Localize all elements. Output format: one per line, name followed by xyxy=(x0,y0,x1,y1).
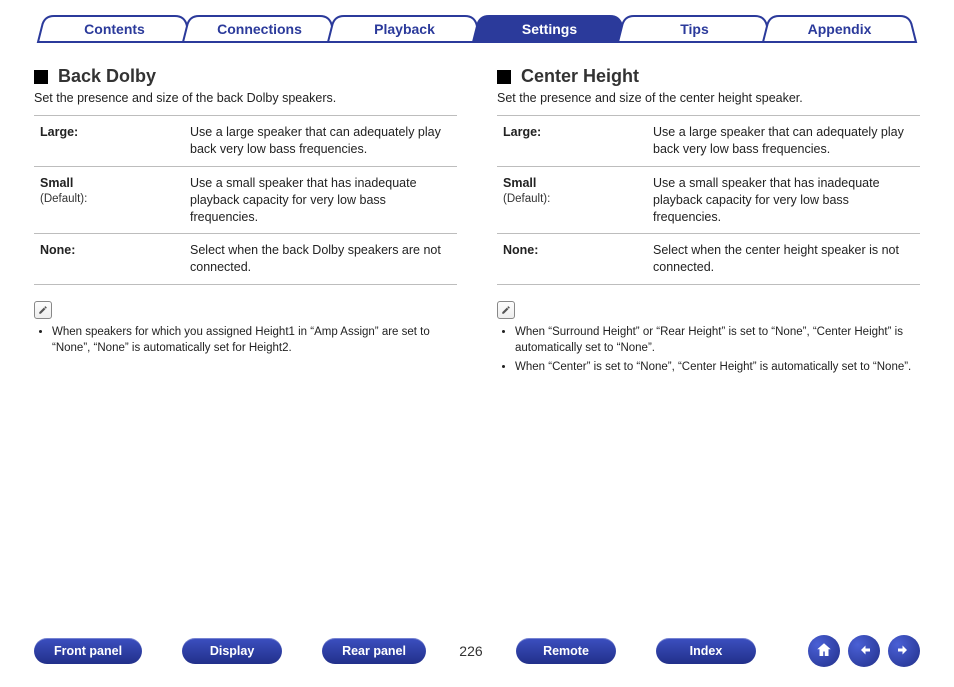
option-key: None: xyxy=(503,243,538,257)
pill-label: Display xyxy=(210,644,254,658)
option-sub: (Default): xyxy=(503,192,641,208)
prev-page-button[interactable] xyxy=(848,635,880,667)
notes-list: When speakers for which you assigned Hei… xyxy=(34,325,457,356)
bottom-bar: Front panel Display Rear panel 226 Remot… xyxy=(34,635,920,667)
tab-label: Connections xyxy=(217,21,302,37)
tab-label: Settings xyxy=(522,21,577,37)
option-key: Large: xyxy=(503,125,541,139)
display-button[interactable]: Display xyxy=(182,638,282,664)
option-sub: (Default): xyxy=(40,192,178,208)
tab-label: Playback xyxy=(374,21,435,37)
note-item: When “Surround Height” or “Rear Height” … xyxy=(515,325,920,356)
option-desc: Select when the center height speaker is… xyxy=(647,234,920,285)
rear-panel-button[interactable]: Rear panel xyxy=(322,638,426,664)
page-number: 226 xyxy=(456,643,486,659)
option-desc: Use a small speaker that has inadequate … xyxy=(647,166,920,234)
pill-label: Front panel xyxy=(54,644,122,658)
note-item: When “Center” is set to “None”, “Center … xyxy=(515,360,920,376)
remote-button[interactable]: Remote xyxy=(516,638,616,664)
home-button[interactable] xyxy=(808,635,840,667)
table-row: None: Select when the center height spea… xyxy=(497,234,920,285)
home-icon xyxy=(815,641,833,662)
option-key: None: xyxy=(40,243,75,257)
option-key: Large: xyxy=(40,125,78,139)
table-row: Large: Use a large speaker that can adeq… xyxy=(497,116,920,167)
section-center-height: Center Height Set the presence and size … xyxy=(497,66,920,380)
tab-settings[interactable]: Settings xyxy=(469,14,630,44)
table-row: Large: Use a large speaker that can adeq… xyxy=(34,116,457,167)
tab-appendix[interactable]: Appendix xyxy=(759,14,920,44)
table-row: None: Select when the back Dolby speaker… xyxy=(34,234,457,285)
pencil-icon xyxy=(497,301,515,319)
tab-connections[interactable]: Connections xyxy=(179,14,340,44)
next-page-button[interactable] xyxy=(888,635,920,667)
section-back-dolby: Back Dolby Set the presence and size of … xyxy=(34,66,457,380)
tab-label: Contents xyxy=(84,21,145,37)
table-row: Small (Default): Use a small speaker that… xyxy=(34,166,457,234)
option-desc: Select when the back Dolby speakers are … xyxy=(184,234,457,285)
arrow-right-icon xyxy=(895,641,913,662)
section-title: Back Dolby xyxy=(34,66,457,87)
pill-label: Rear panel xyxy=(342,644,406,658)
tab-label: Appendix xyxy=(808,21,872,37)
note-item: When speakers for which you assigned Hei… xyxy=(52,325,457,356)
index-button[interactable]: Index xyxy=(656,638,756,664)
top-tabs: Contents Connections Playback Settings T… xyxy=(34,14,920,44)
option-desc: Use a small speaker that has inadequate … xyxy=(184,166,457,234)
section-title-text: Center Height xyxy=(521,66,639,87)
notes-list: When “Surround Height” or “Rear Height” … xyxy=(497,325,920,376)
tab-playback[interactable]: Playback xyxy=(324,14,485,44)
option-desc: Use a large speaker that can adequately … xyxy=(647,116,920,167)
tab-contents[interactable]: Contents xyxy=(34,14,195,44)
arrow-left-icon xyxy=(855,641,873,662)
section-title-text: Back Dolby xyxy=(58,66,156,87)
pill-label: Index xyxy=(690,644,723,658)
section-title: Center Height xyxy=(497,66,920,87)
section-lead: Set the presence and size of the center … xyxy=(497,91,920,105)
pencil-icon xyxy=(34,301,52,319)
option-key: Small xyxy=(503,176,536,190)
tab-tips[interactable]: Tips xyxy=(614,14,775,44)
table-row: Small (Default): Use a small speaker that… xyxy=(497,166,920,234)
option-key: Small xyxy=(40,176,73,190)
front-panel-button[interactable]: Front panel xyxy=(34,638,142,664)
option-desc: Use a large speaker that can adequately … xyxy=(184,116,457,167)
tab-label: Tips xyxy=(680,21,709,37)
options-table: Large: Use a large speaker that can adeq… xyxy=(497,115,920,285)
options-table: Large: Use a large speaker that can adeq… xyxy=(34,115,457,285)
pill-label: Remote xyxy=(543,644,589,658)
section-lead: Set the presence and size of the back Do… xyxy=(34,91,457,105)
